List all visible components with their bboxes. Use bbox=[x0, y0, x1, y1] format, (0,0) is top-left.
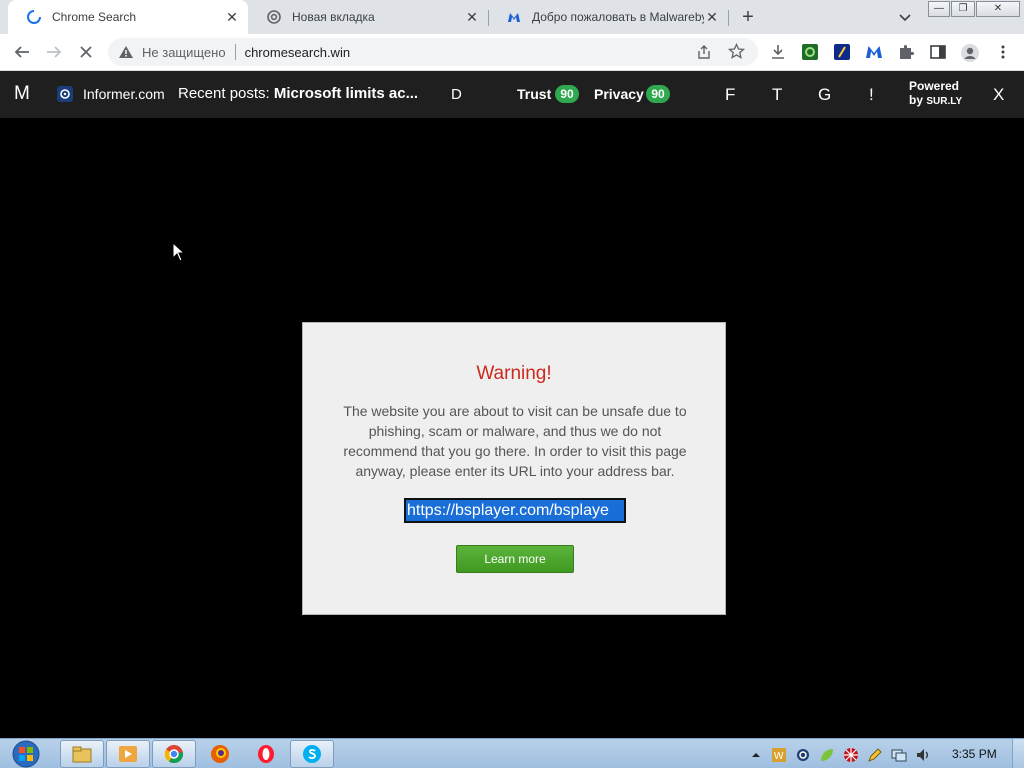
url-text[interactable]: chromesearch.win bbox=[245, 45, 351, 60]
chevron-down-icon[interactable] bbox=[896, 8, 914, 26]
tab-title: Добро пожаловать в Malwareby bbox=[532, 10, 704, 24]
tray-expand-icon[interactable] bbox=[748, 747, 764, 763]
stop-loading-icon[interactable] bbox=[75, 41, 97, 63]
umbrella-tray-icon[interactable] bbox=[843, 747, 859, 763]
taskbar-clock[interactable]: 3:35 PM bbox=[952, 747, 997, 761]
browser-toolbar: Не защищено chromesearch.win bbox=[0, 34, 1024, 71]
warning-message: The website you are about to visit can b… bbox=[343, 403, 687, 479]
forward-arrow-icon[interactable] bbox=[43, 41, 65, 63]
download-icon[interactable] bbox=[769, 43, 787, 61]
puzzle-extensions-icon[interactable] bbox=[897, 43, 915, 61]
d-button[interactable]: D bbox=[451, 86, 462, 103]
green-extension-icon[interactable] bbox=[801, 43, 819, 61]
chrome-icon bbox=[164, 745, 184, 764]
tab-separator bbox=[728, 10, 729, 26]
chrome-taskbar-button[interactable] bbox=[152, 740, 196, 768]
profile-avatar-icon[interactable] bbox=[960, 43, 979, 62]
surly-brand: SUR.LY bbox=[926, 96, 963, 107]
tab-strip: Chrome Search ✕ Новая вкладка ✕ Добро по… bbox=[0, 0, 1024, 34]
skype-taskbar-button[interactable] bbox=[290, 740, 334, 768]
informer-link[interactable]: Informer.com bbox=[83, 86, 165, 102]
restore-window-button[interactable]: ❐ bbox=[951, 1, 975, 17]
unsafe-url-text[interactable]: https://bsplayer.com/bsplaye bbox=[406, 500, 624, 521]
svg-text:W: W bbox=[774, 751, 784, 762]
green-leaf-tray-icon[interactable] bbox=[819, 747, 835, 763]
close-window-button[interactable]: ✕ bbox=[976, 1, 1020, 17]
address-divider bbox=[234, 44, 236, 60]
trust-label: Trust bbox=[517, 86, 552, 102]
show-desktop-button[interactable] bbox=[1012, 739, 1024, 768]
volume-tray-icon[interactable] bbox=[915, 747, 931, 763]
warning-title: Warning! bbox=[476, 363, 552, 384]
facebook-share-button[interactable]: F bbox=[725, 85, 735, 105]
recent-posts-label: Recent posts: bbox=[178, 85, 270, 102]
tab-close-icon[interactable]: ✕ bbox=[464, 9, 480, 25]
mouse-cursor-icon bbox=[172, 241, 186, 267]
opera-icon bbox=[258, 745, 274, 763]
recent-posts[interactable]: Recent posts: Microsoft limits ac... bbox=[178, 85, 418, 102]
windows-taskbar: W 3:35 PM bbox=[0, 738, 1024, 768]
skype-icon bbox=[303, 745, 321, 763]
loading-spinner-icon bbox=[26, 9, 42, 25]
more-options-icon[interactable] bbox=[994, 43, 1012, 61]
unsafe-url-field[interactable]: https://bsplayer.com/bsplaye bbox=[404, 498, 626, 523]
privacy-score-badge: 90 bbox=[646, 85, 670, 103]
powered-label: Powered bbox=[909, 79, 960, 93]
malwarebytes-icon bbox=[506, 9, 522, 25]
tab-chrome-search[interactable]: Chrome Search ✕ bbox=[8, 0, 248, 34]
network-tray-icon[interactable] bbox=[891, 747, 907, 763]
chrome-icon bbox=[266, 9, 282, 25]
minimize-window-button[interactable]: — bbox=[928, 1, 950, 17]
recent-post-title[interactable]: Microsoft limits ac... bbox=[274, 85, 418, 102]
tab-close-icon[interactable]: ✕ bbox=[224, 9, 240, 25]
security-status-label[interactable]: Не защищено bbox=[142, 45, 226, 60]
powered-by-label: by bbox=[909, 93, 924, 107]
media-player-taskbar-button[interactable] bbox=[106, 740, 150, 768]
tab-title: Chrome Search bbox=[52, 10, 137, 24]
warning-dialog: Warning! The website you are about to vi… bbox=[302, 322, 726, 615]
pencil-tray-icon[interactable] bbox=[867, 747, 883, 763]
firefox-icon bbox=[211, 745, 229, 763]
tab-malwarebytes[interactable]: Добро пожаловать в Malwareby ✕ bbox=[488, 0, 728, 34]
trust-score-badge: 90 bbox=[555, 85, 579, 103]
start-button[interactable] bbox=[8, 740, 44, 768]
address-bar[interactable]: Не защищено chromesearch.win bbox=[108, 38, 758, 66]
twitter-share-button[interactable]: T bbox=[772, 85, 782, 105]
search-tray-icon[interactable] bbox=[795, 747, 811, 763]
explorer-taskbar-button[interactable] bbox=[60, 740, 104, 768]
surly-banner: M Informer.com Recent posts: Microsoft l… bbox=[0, 71, 1024, 118]
bookmark-star-icon[interactable] bbox=[727, 42, 746, 63]
warning-triangle-icon[interactable] bbox=[118, 44, 134, 60]
new-tab-icon[interactable]: + bbox=[737, 6, 759, 28]
surly-logo[interactable]: M bbox=[14, 83, 30, 105]
report-button[interactable]: ! bbox=[869, 85, 874, 105]
firefox-taskbar-button[interactable] bbox=[198, 740, 242, 768]
tab-title: Новая вкладка bbox=[292, 10, 375, 24]
share-icon[interactable] bbox=[696, 44, 712, 63]
powered-by-surly[interactable]: Powered by SUR.LY bbox=[909, 79, 962, 109]
word-tray-icon[interactable]: W bbox=[771, 747, 787, 763]
google-share-button[interactable]: G bbox=[818, 85, 831, 105]
privacy-label: Privacy bbox=[594, 86, 644, 102]
banner-close-button[interactable]: X bbox=[993, 85, 1004, 105]
learn-more-button[interactable]: Learn more bbox=[456, 545, 574, 573]
malwarebytes-extension-icon[interactable] bbox=[865, 43, 883, 61]
media-player-icon bbox=[119, 746, 137, 762]
side-panel-icon[interactable] bbox=[929, 43, 947, 61]
tab-close-icon[interactable]: ✕ bbox=[704, 9, 720, 25]
explorer-icon bbox=[72, 746, 92, 763]
opera-taskbar-button[interactable] bbox=[244, 740, 288, 768]
back-arrow-icon[interactable] bbox=[11, 41, 33, 63]
tab-new-tab[interactable]: Новая вкладка ✕ bbox=[248, 0, 488, 34]
blue-extension-icon[interactable] bbox=[833, 43, 851, 61]
